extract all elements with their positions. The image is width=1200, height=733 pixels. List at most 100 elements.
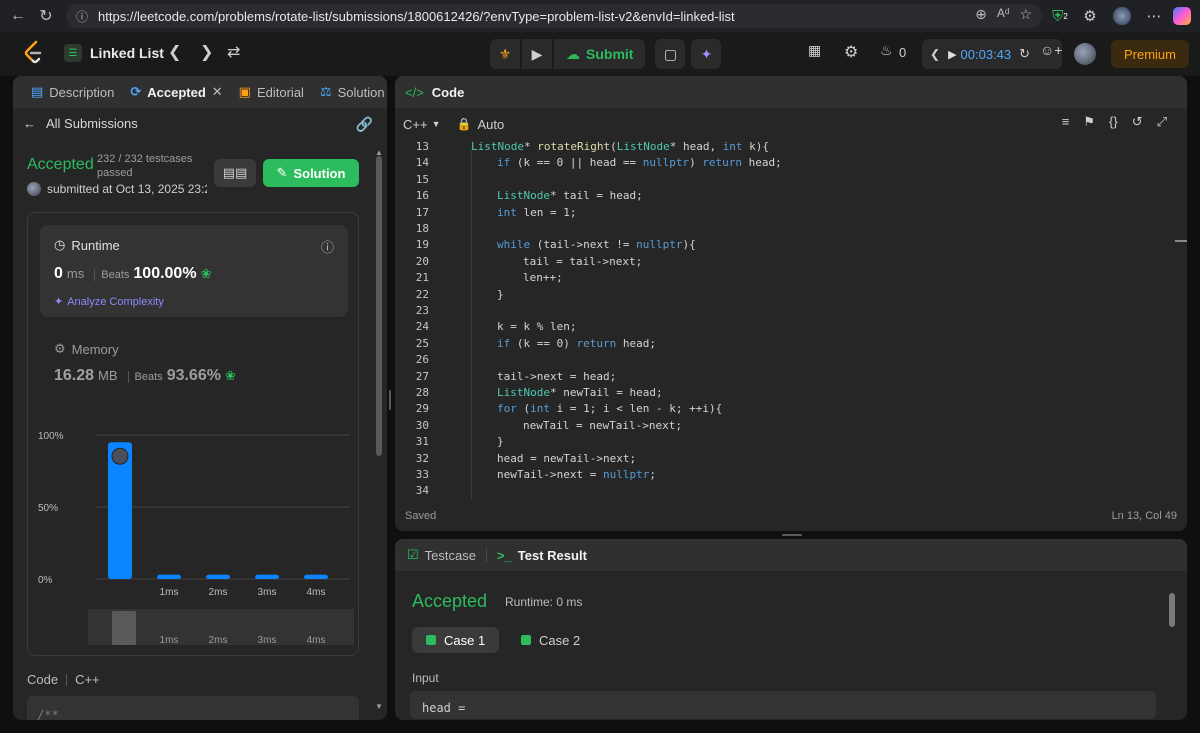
clap-icon: ❀ [224, 368, 236, 383]
autocomplete-mode[interactable]: Auto [477, 117, 504, 132]
premium-button[interactable]: Premium [1111, 40, 1189, 68]
info-icon[interactable]: ⓘ [76, 8, 88, 25]
address-url[interactable]: https://leetcode.com/problems/rotate-lis… [98, 9, 735, 24]
collapse-timer-icon[interactable]: ❮ [930, 47, 940, 61]
history-icon: ⟳ [130, 84, 142, 99]
user-avatar[interactable] [1074, 43, 1096, 65]
back-arrow-icon[interactable]: ← [4, 2, 32, 30]
copy-link-icon[interactable]: 🔗 [356, 116, 373, 133]
format-icon[interactable]: ≡ [1062, 114, 1070, 130]
debug-button[interactable]: ⚜ [490, 39, 520, 69]
analyze-complexity-button[interactable]: ✦ Analyze Complexity [54, 295, 164, 309]
code-line[interactable]: if (k == 0) return head; [497, 337, 656, 350]
post-solution-button[interactable]: ✎ Solution [263, 159, 359, 187]
problem-list-icon[interactable]: ☰ [64, 44, 82, 62]
reset-code-icon[interactable]: ↺ [1132, 114, 1143, 130]
sparkle-icon: ✦ [700, 45, 713, 62]
code-line[interactable]: while (tail->next != nullptr){ [497, 238, 696, 251]
code-line[interactable]: } [497, 288, 504, 301]
input-value[interactable]: head = [410, 691, 1156, 719]
all-submissions-link[interactable]: ← All Submissions [23, 116, 138, 131]
scroll-down-icon[interactable]: ▼ [375, 702, 383, 711]
profile-avatar-icon[interactable] [1110, 4, 1134, 28]
play-timer-icon[interactable]: ▶ [948, 48, 956, 61]
code-line[interactable]: for (int i = 1; i < len - k; ++i){ [497, 402, 722, 415]
settings-gear-icon[interactable]: ⚙ [844, 42, 858, 62]
runtime-title: ◷ Runtime [54, 237, 120, 253]
x-tick-label: 1ms [160, 587, 179, 598]
tab-description[interactable]: ▤ Description [23, 76, 122, 108]
tab-accepted[interactable]: ⟳ Accepted ✕ [122, 76, 230, 108]
tab-editorial[interactable]: ▣ Editorial [231, 76, 312, 108]
submitted-code-preview[interactable]: /** [27, 696, 359, 720]
add-user-icon[interactable]: ☺+ [1040, 42, 1062, 58]
case-1-tab[interactable]: Case 1 [412, 627, 500, 653]
code-line[interactable]: len++; [523, 271, 563, 284]
left-scrollbar[interactable] [376, 156, 382, 456]
overview-tick-label: 2ms [209, 635, 228, 646]
browser-bar: ← ↻ ⓘ https://leetcode.com/problems/rota… [0, 0, 1200, 32]
puzzle-extensions-icon[interactable]: ⚙ [1078, 4, 1102, 28]
memory-title[interactable]: ⚙ Memory [54, 341, 119, 357]
info-icon[interactable]: ⓘ [321, 237, 334, 256]
code-line[interactable]: ListNode* rotateRight(ListNode* head, in… [471, 140, 769, 153]
fullscreen-icon[interactable]: ⤢ [1157, 114, 1167, 130]
code-line[interactable]: int len = 1; [497, 206, 576, 219]
tab-testcase[interactable]: ☑ Testcase [407, 547, 476, 563]
code-line[interactable]: head = newTail->next; [497, 452, 636, 465]
tab-test-result[interactable]: >_ Test Result [497, 548, 587, 563]
runtime-label: Runtime [71, 237, 120, 253]
shuffle-icon[interactable]: ⇄ [227, 42, 240, 62]
ai-assist-button[interactable]: ✦ [691, 39, 722, 69]
code-line[interactable]: newTail = newTail->next; [523, 419, 682, 432]
code-line[interactable]: tail = tail->next; [523, 255, 642, 268]
next-problem-icon[interactable]: ❯ [200, 42, 213, 62]
all-submissions-label: All Submissions [46, 116, 138, 131]
bookmark-icon[interactable]: ⚑ [1083, 114, 1095, 130]
runtime-unit: ms [66, 266, 85, 281]
code-editor[interactable]: 13 ListNode* rotateRight(ListNode* head, … [395, 136, 1187, 500]
editor-toolbar: C++ ▼ 🔒 Auto ≡ ⚑ {} ↺ ⤢ [395, 112, 1187, 136]
case-2-tab[interactable]: Case 2 [507, 627, 594, 653]
code-line[interactable]: if (k == 0 || head == nullptr) return he… [497, 156, 782, 169]
address-bar[interactable]: ⓘ https://leetcode.com/problems/rotate-l… [66, 4, 1042, 28]
run-button[interactable]: ▶ [522, 39, 552, 69]
line-number: 26 [415, 353, 429, 367]
favorite-star-icon[interactable]: ☆ [1019, 6, 1032, 23]
code-line[interactable]: newTail->next = nullptr; [497, 468, 656, 481]
code-line[interactable]: ListNode* newTail = head; [497, 386, 663, 399]
braces-icon[interactable]: {} [1109, 114, 1118, 130]
prev-problem-icon[interactable]: ❮ [168, 42, 181, 62]
runtime-box[interactable]: ◷ Runtime ⓘ 0 ms Beats 100.00% ❀ ✦ Analy… [40, 225, 348, 317]
vertical-resize-handle[interactable] [389, 390, 391, 410]
line-number: 21 [415, 271, 429, 285]
language-select[interactable]: C++ ▼ [403, 117, 441, 132]
panel-resize-handle[interactable] [782, 534, 802, 536]
reset-timer-icon[interactable]: ↻ [1019, 46, 1030, 62]
code-line[interactable]: } [497, 435, 504, 448]
editorial-book-button[interactable]: ▤▤ [214, 159, 256, 187]
notes-button[interactable]: ▢ [655, 39, 686, 69]
clock-icon: ◷ [54, 237, 66, 252]
shield-extension-icon[interactable]: ⛨ 2 [1048, 4, 1072, 28]
test-result-panel: ☑ Testcase >_ Test Result Accepted Runti… [395, 539, 1187, 720]
line-number: 15 [415, 172, 429, 186]
runtime-distribution-chart[interactable]: 100% 50% 0% 1ms 2ms 3ms 4ms 1ms 2ms 3ms 4ms [34, 413, 354, 653]
leetcode-logo-icon[interactable] [22, 40, 44, 66]
zoom-icon[interactable]: ⊕ [975, 6, 987, 23]
close-tab-icon[interactable]: ✕ [212, 84, 223, 100]
layout-grid-icon[interactable]: ▦ [808, 42, 821, 59]
code-line[interactable]: ListNode* tail = head; [497, 189, 643, 202]
more-menu-icon[interactable]: ⋯ [1142, 4, 1166, 28]
streak-flame-icon[interactable]: ♨ [880, 42, 893, 59]
test-scrollbar[interactable] [1169, 593, 1175, 627]
problem-list-title[interactable]: Linked List [90, 45, 164, 61]
submit-button[interactable]: ☁ Submit [554, 39, 646, 69]
read-aloud-icon[interactable]: Aᵈ [997, 6, 1010, 23]
code-line[interactable]: tail->next = head; [497, 370, 616, 383]
tab-solution[interactable]: ⚖ Solution [312, 76, 387, 108]
refresh-icon[interactable]: ↻ [32, 2, 60, 30]
code-line[interactable]: k = k % len; [497, 320, 576, 333]
line-number: 22 [415, 287, 429, 301]
copilot-icon[interactable] [1170, 4, 1194, 28]
